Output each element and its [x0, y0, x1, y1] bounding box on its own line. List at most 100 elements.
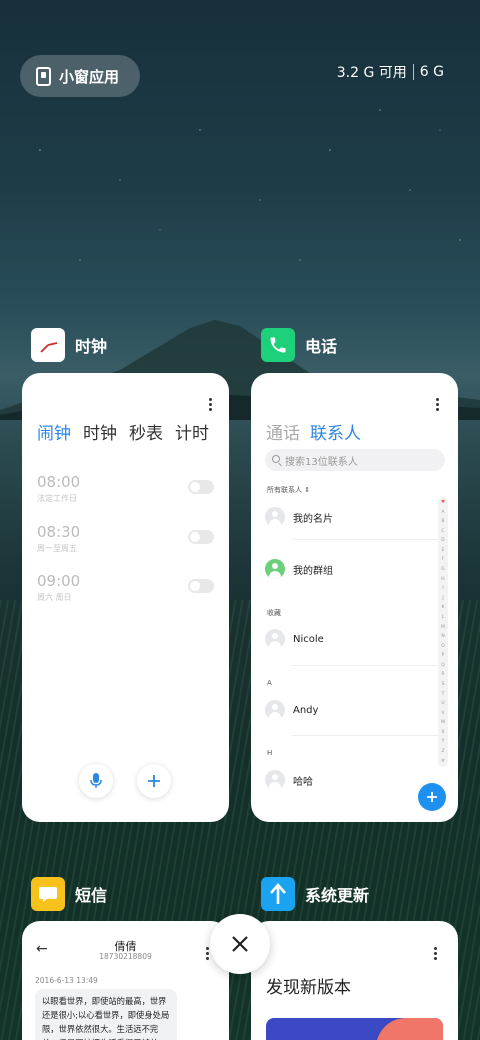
memory-total: 6 G: [419, 64, 444, 80]
more-icon[interactable]: [209, 398, 213, 411]
memory-status: 3.2 G 可用 6 G: [337, 62, 444, 82]
alarm-repeat: 周六 周日: [37, 593, 72, 602]
divider: [291, 665, 438, 666]
index-letter[interactable]: #: [441, 759, 445, 764]
section-header-h: H: [267, 749, 273, 757]
index-letter[interactable]: K: [442, 605, 445, 610]
index-letter[interactable]: Z: [441, 749, 444, 754]
index-letter[interactable]: I: [442, 586, 443, 591]
contact-name: Andy: [293, 704, 319, 716]
my-group-row[interactable]: 我的群组 ›: [265, 559, 442, 579]
index-letter[interactable]: U: [441, 701, 444, 706]
avatar: [265, 629, 285, 649]
sms-app-title: 短信: [75, 886, 108, 905]
all-contacts-filter[interactable]: 所有联系人 ⇕: [267, 485, 310, 495]
phone-tabs: 通话 联系人: [266, 419, 361, 444]
alarm-toggle[interactable]: [188, 530, 214, 544]
index-letter[interactable]: S: [442, 682, 445, 687]
my-card-label: 我的名片: [293, 513, 333, 525]
update-app-icon: [261, 877, 295, 911]
voice-button[interactable]: [79, 764, 113, 798]
sort-icon: ⇕: [304, 486, 311, 494]
index-letter[interactable]: N: [441, 634, 444, 639]
index-letter[interactable]: A: [441, 510, 444, 515]
tab-calls[interactable]: 通话: [266, 419, 300, 444]
index-letter[interactable]: ♥: [441, 500, 445, 505]
sms-app-icon: [31, 877, 65, 911]
index-letter[interactable]: R: [441, 672, 444, 677]
section-header-a: A: [267, 679, 272, 687]
divider: [291, 539, 438, 540]
more-icon[interactable]: [436, 398, 440, 411]
clock-app-icon: [31, 328, 65, 362]
contact-name: 哈哈: [293, 776, 313, 788]
sms-contact-number: 18730218809: [99, 952, 152, 961]
add-contact-button[interactable]: [418, 783, 446, 811]
index-letter[interactable]: P: [442, 653, 445, 658]
close-all-button[interactable]: [210, 914, 270, 974]
contact-search-input[interactable]: 搜索13位联系人: [265, 449, 445, 471]
update-app-card[interactable]: 发现新版本: [251, 921, 458, 1040]
memory-separator: [412, 64, 414, 80]
update-app-header[interactable]: 系统更新: [261, 877, 369, 911]
index-letter[interactable]: F: [442, 557, 445, 562]
index-letter[interactable]: V: [441, 711, 444, 716]
contact-row[interactable]: Andy: [265, 700, 318, 720]
phone-app-header[interactable]: 电话: [261, 328, 337, 362]
index-letter[interactable]: W: [441, 720, 445, 725]
tab-contacts[interactable]: 联系人: [310, 419, 361, 444]
small-window-label: 小窗应用: [59, 67, 120, 86]
index-letter[interactable]: H: [441, 577, 444, 582]
index-letter[interactable]: X: [441, 730, 444, 735]
tab-clock[interactable]: 时钟: [83, 419, 117, 444]
tab-timer[interactable]: 计时: [175, 419, 209, 444]
index-letter[interactable]: D: [441, 538, 444, 543]
index-letter[interactable]: J: [442, 596, 443, 601]
my-group-label: 我的群组: [293, 565, 333, 577]
search-icon: [272, 455, 280, 463]
add-alarm-button[interactable]: [137, 764, 171, 798]
message-bubble: 以眼看世界，即使站的最高，世界还是很小;以心看世界，即使身处局限，世界依然很大。…: [35, 989, 177, 1040]
tab-stopwatch[interactable]: 秒表: [129, 419, 163, 444]
plus-icon: [148, 775, 160, 787]
small-window-apps-button[interactable]: 小窗应用: [20, 55, 140, 97]
alphabet-index[interactable]: ♥ A B C D E F G H I J K L M N O P Q R S T U V W X Y Z #: [438, 497, 448, 767]
sms-app-card[interactable]: ← 倩倩 18730218809 2016-6-13 13:49 以眼看世界，即…: [22, 921, 229, 1040]
clock-app-title: 时钟: [75, 337, 108, 356]
avatar: [265, 507, 285, 527]
alarm-repeat: 法定工作日: [37, 494, 77, 503]
group-avatar: [265, 559, 285, 579]
index-letter[interactable]: E: [442, 548, 445, 553]
more-icon[interactable]: [434, 947, 438, 960]
index-letter[interactable]: Y: [442, 739, 445, 744]
alarm-repeat: 周一至周五: [37, 544, 77, 553]
contact-row[interactable]: 哈哈: [265, 770, 313, 790]
update-headline: 发现新版本: [266, 978, 351, 998]
sms-timestamp: 2016-6-13 13:49: [35, 976, 98, 985]
more-icon[interactable]: [206, 947, 210, 960]
favorites-header: 收藏: [267, 609, 281, 617]
index-letter[interactable]: G: [441, 567, 445, 572]
alarm-toggle[interactable]: [188, 579, 214, 593]
phone-app-icon: [261, 328, 295, 362]
index-letter[interactable]: C: [441, 529, 444, 534]
alarm-toggle[interactable]: [188, 480, 214, 494]
clock-app-card[interactable]: 闹钟 时钟 秒表 计时 08:00 法定工作日 08:30 周一至周五 09:0…: [22, 373, 229, 822]
avatar: [265, 770, 285, 790]
my-card-row[interactable]: 我的名片: [265, 507, 333, 527]
sms-app-header[interactable]: 短信: [31, 877, 107, 911]
index-letter[interactable]: T: [442, 692, 445, 697]
index-letter[interactable]: Q: [441, 663, 445, 668]
close-icon: [232, 936, 248, 952]
index-letter[interactable]: M: [441, 625, 445, 630]
update-app-title: 系统更新: [305, 886, 370, 905]
index-letter[interactable]: L: [442, 615, 445, 620]
index-letter[interactable]: B: [441, 519, 444, 524]
contact-row[interactable]: Nicole: [265, 629, 324, 649]
avatar: [265, 700, 285, 720]
tab-alarm[interactable]: 闹钟: [37, 419, 71, 444]
all-contacts-label: 所有联系人: [267, 486, 302, 494]
phone-app-card[interactable]: 通话 联系人 搜索13位联系人 所有联系人 ⇕ 我的名片 我的群组 › 收藏 N…: [251, 373, 458, 822]
index-letter[interactable]: O: [441, 644, 445, 649]
clock-app-header[interactable]: 时钟: [31, 328, 107, 362]
